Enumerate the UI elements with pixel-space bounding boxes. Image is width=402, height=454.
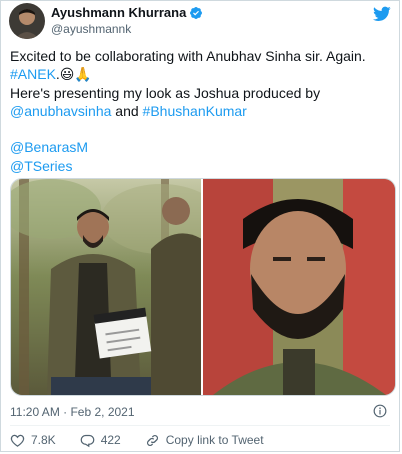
tweet-text-line: Excited to be collaborating with Anubhav… <box>10 47 395 65</box>
photo-portrait[interactable] <box>203 179 395 395</box>
link-icon <box>146 434 158 446</box>
tweet-text-line: Here's presenting my look as Joshua prod… <box>10 84 395 102</box>
tweet-text: Excited to be collaborating with Anubhav… <box>10 47 395 175</box>
media-grid <box>10 178 396 396</box>
like-button[interactable]: 7.8K <box>10 433 56 448</box>
author-row: Ayushmann Khurrana <box>51 5 203 20</box>
tweet-timestamp[interactable]: 11:20 AM · Feb 2, 2021 <box>10 405 135 419</box>
tweet-text-line <box>10 120 395 138</box>
reply-count: 422 <box>100 433 121 447</box>
tweet-text-fragment: Here's presenting my look as Joshua prod… <box>10 84 321 101</box>
divider <box>10 425 390 426</box>
reply-icon <box>80 434 95 447</box>
avatar[interactable] <box>9 3 45 39</box>
author-name[interactable]: Ayushmann Khurrana <box>51 5 186 20</box>
mention-link[interactable]: @BenarasM <box>10 139 88 155</box>
author-handle[interactable]: @ayushmannk <box>51 22 131 36</box>
copy-link-label: Copy link to Tweet <box>165 433 264 447</box>
tweet-card: Ayushmann Khurrana @ayushmannk Excited t… <box>0 0 400 452</box>
hashtag-link[interactable]: #ANEK <box>10 66 56 82</box>
tweet-text-line: @BenarasM <box>10 138 395 156</box>
reply-button[interactable]: 422 <box>80 433 121 448</box>
tweet-text-line: @anubhavsinha and #BhushanKumar <box>10 102 395 120</box>
tweet-text-line: @TSeries <box>10 157 395 175</box>
tweet-text-fragment: and <box>111 102 143 119</box>
heart-icon <box>10 434 25 447</box>
twitter-bird-icon[interactable] <box>373 6 391 22</box>
copy-link-button[interactable]: Copy link to Tweet <box>145 433 264 448</box>
like-count: 7.8K <box>31 433 56 447</box>
tweet-text-fragment: .😃🙏 <box>55 66 92 83</box>
action-bar: 7.8K 422 Copy link to Tweet <box>10 432 288 448</box>
info-icon[interactable] <box>373 404 387 418</box>
mention-link[interactable]: @anubhavsinha <box>10 103 111 119</box>
tweet-text-line: #ANEK.😃🙏 <box>10 65 395 83</box>
mention-link[interactable]: @TSeries <box>10 158 72 174</box>
photo-clapperboard[interactable] <box>11 179 203 395</box>
hashtag-link[interactable]: #BhushanKumar <box>143 103 247 119</box>
verified-badge-icon <box>190 6 203 19</box>
tweet-text-fragment: Excited to be collaborating with Anubhav… <box>10 48 366 64</box>
